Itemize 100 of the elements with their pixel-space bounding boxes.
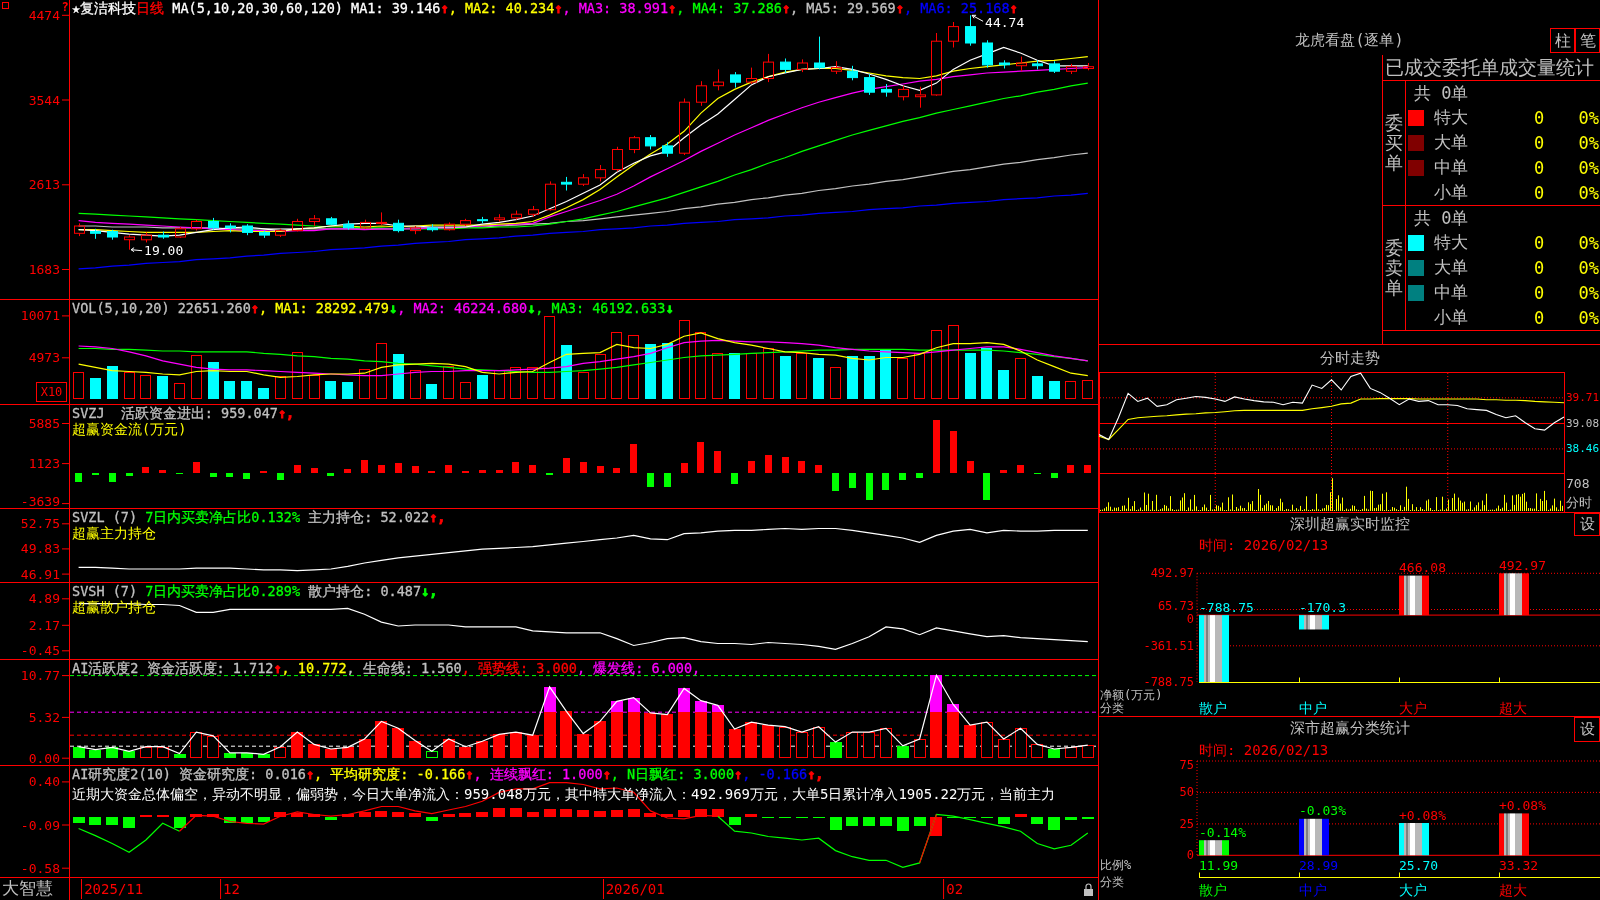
activity-bar (998, 739, 1010, 758)
fund-flow-bar (731, 473, 738, 484)
fund-flow-bar (294, 465, 301, 473)
fund-flow-bar (512, 462, 519, 473)
order-size-label: 大单 (1434, 256, 1469, 279)
research-bar (830, 817, 842, 830)
axis-tick-label: 49.83 (20, 541, 60, 557)
order-share: 0% (1577, 132, 1600, 153)
view-mode-button[interactable]: 笔 (1575, 28, 1600, 53)
settings-button[interactable]: 设 (1574, 717, 1600, 742)
chart-bar (1299, 615, 1329, 630)
view-mode-button[interactable]: 柱 (1550, 28, 1575, 53)
order-share: 0% (1577, 232, 1600, 253)
chart-timestamp: 时间: 2026/02/13 (1198, 536, 1330, 554)
volume-bar (309, 375, 320, 399)
category-label: 大户 (1399, 882, 1427, 898)
fund-flow-bar (226, 473, 233, 477)
candlestick (948, 21, 959, 48)
fund-flow-bar (899, 473, 906, 480)
candlestick (376, 211, 387, 226)
activity-bar (1015, 728, 1027, 758)
order-share: 0% (1577, 157, 1600, 178)
fund-flow-bar (580, 462, 587, 473)
research-bar (359, 812, 371, 817)
activity-bar (89, 750, 101, 758)
activity-bar (745, 722, 757, 758)
research-bar (342, 814, 354, 817)
fund-flow-bar (613, 468, 620, 473)
volume-bar (662, 343, 673, 399)
axis-tick-label: 0 (1186, 848, 1194, 863)
date-axis-label: 12 (220, 879, 240, 899)
candlestick (612, 146, 623, 172)
axis-tick-label: 3544 (28, 92, 60, 108)
fund-flow-bar (950, 431, 957, 473)
research-bar (274, 812, 286, 817)
order-size-label: 小单 (1434, 181, 1469, 204)
research-bar (712, 809, 724, 817)
category-label: 大户 (1399, 700, 1427, 716)
research-bar (308, 814, 320, 817)
fund-flow-bar (445, 465, 452, 473)
activity-bar (897, 746, 909, 758)
fund-flow-bar (1017, 465, 1024, 473)
order-share: 0% (1577, 182, 1600, 203)
chart-bar (1199, 615, 1229, 682)
research-bar (661, 814, 673, 817)
fund-flow-bar (849, 473, 856, 488)
volume-bar (443, 366, 454, 399)
activity-bar (342, 747, 354, 758)
research-bar (897, 817, 909, 831)
fund-flow-bar (109, 473, 116, 482)
axis-tick-label: -0.45 (20, 643, 60, 659)
candlestick (679, 98, 690, 156)
activity-bar (510, 732, 522, 758)
bar-value-label: 25.70 (1399, 857, 1439, 873)
bar-value-label: -788.75 (1199, 599, 1254, 615)
axis-title: 分类 (1100, 875, 1124, 889)
volume-bar (73, 372, 84, 399)
axis-tick-label: 50 (1179, 785, 1194, 800)
indicator-caption: 超赢主力持仓 (72, 525, 156, 541)
candlestick (1032, 59, 1043, 70)
volume-bar (796, 353, 807, 399)
activity-bar (560, 711, 572, 758)
fund-flow-bar (75, 473, 82, 482)
volume-bar (729, 353, 740, 399)
research-bar (544, 809, 556, 817)
research-bar (695, 809, 707, 817)
research-bar (846, 817, 858, 826)
settings-button[interactable]: 设 (1574, 513, 1600, 536)
activity-bar (174, 754, 186, 758)
candlestick (545, 180, 556, 212)
volume-bar (494, 370, 505, 399)
candlestick (1049, 60, 1060, 74)
fund-flow-bar (193, 462, 200, 473)
order-size-label: 中单 (1434, 281, 1469, 304)
activity-bar (846, 732, 858, 758)
volume-bar (140, 375, 151, 399)
research-bar (291, 813, 303, 817)
candlestick (444, 221, 455, 232)
activity-bar (1031, 744, 1043, 758)
order-count: 0 (1534, 257, 1546, 278)
volume-bar (1015, 358, 1026, 399)
activity-bar (729, 729, 741, 758)
activity-bar (258, 754, 270, 758)
candlestick (931, 32, 942, 97)
help-mark[interactable]: ? (61, 0, 69, 14)
research-bar (1031, 817, 1043, 824)
order-size-label: 大单 (1434, 131, 1469, 154)
candlestick (746, 67, 757, 85)
research-bar (1048, 817, 1060, 830)
activity-bar (274, 747, 286, 758)
candlestick (696, 80, 707, 107)
section-title: 深市超赢分类统计 (1288, 718, 1411, 739)
candlestick (107, 229, 118, 241)
candlestick (124, 234, 135, 251)
research-bar (914, 817, 926, 826)
axis-tick-label: 39.71 (1566, 391, 1600, 405)
change-label: -0.03% (1299, 803, 1346, 819)
candlestick (74, 222, 85, 237)
axis-tick-label: 2613 (28, 177, 60, 193)
axis-tick-label: 5885 (28, 416, 60, 431)
